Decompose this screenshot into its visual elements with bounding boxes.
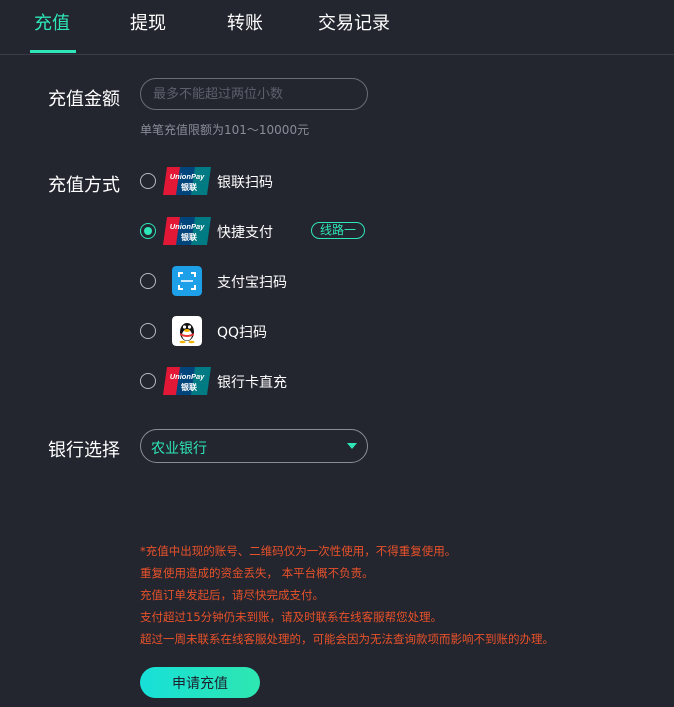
- radio-quick-pay[interactable]: [140, 223, 156, 239]
- bank-select[interactable]: 农业银行: [140, 429, 368, 463]
- radio-unionpay-scan[interactable]: [140, 173, 156, 189]
- tab-bar: 充值 提现 转账 交易记录: [0, 0, 674, 55]
- unionpay-icon: UnionPay 银联: [163, 367, 211, 395]
- method-quick-pay-label[interactable]: 快捷支付: [217, 222, 273, 242]
- radio-alipay-scan[interactable]: [140, 273, 156, 289]
- tab-transfer[interactable]: 转账: [227, 9, 263, 35]
- unionpay-icon: UnionPay 银联: [163, 217, 211, 245]
- notice-list: *充值中出现的账号、二维码仅为一次性使用，不得重复使用。 重复使用造成的资金丢失…: [140, 540, 554, 650]
- active-tab-indicator: [30, 50, 76, 53]
- tab-withdraw[interactable]: 提现: [130, 9, 166, 35]
- alipay-scan-icon: [172, 266, 202, 296]
- submit-recharge-button[interactable]: 申请充值: [140, 667, 260, 698]
- svg-text:银联: 银联: [180, 182, 197, 192]
- radio-bank-card[interactable]: [140, 373, 156, 389]
- unionpay-icon: UnionPay 银联: [163, 167, 211, 195]
- tab-transactions[interactable]: 交易记录: [318, 9, 390, 35]
- tab-recharge[interactable]: 充值: [34, 9, 70, 35]
- svg-text:UnionPay: UnionPay: [170, 172, 205, 181]
- notice-line: 重复使用造成的资金丢失， 本平台概不负责。: [140, 566, 374, 580]
- notice-line: 超过一周未联系在线客服处理的，可能会因为无法查询款项而影响不到账的办理。: [140, 632, 554, 646]
- route-badge: 线路一: [311, 222, 365, 239]
- method-unionpay-scan-label[interactable]: 银联扫码: [217, 172, 273, 192]
- amount-label: 充值金额: [48, 89, 120, 110]
- radio-qq-scan[interactable]: [140, 323, 156, 339]
- method-label: 充值方式: [48, 175, 120, 196]
- method-bank-card-label[interactable]: 银行卡直充: [217, 372, 287, 392]
- method-alipay-scan-label[interactable]: 支付宝扫码: [217, 272, 287, 292]
- svg-text:银联: 银联: [180, 232, 197, 242]
- bank-label: 银行选择: [48, 440, 120, 461]
- amount-input[interactable]: [140, 78, 368, 110]
- svg-text:UnionPay: UnionPay: [170, 222, 205, 231]
- notice-line: 充值订单发起后，请尽快完成支付。: [140, 588, 324, 602]
- method-qq-scan-label[interactable]: QQ扫码: [217, 322, 267, 342]
- dropdown-arrow-icon: [347, 443, 357, 449]
- svg-text:UnionPay: UnionPay: [170, 372, 205, 381]
- svg-text:银联: 银联: [180, 382, 197, 392]
- bank-selected-value: 农业银行: [151, 441, 207, 457]
- notice-line: *充值中出现的账号、二维码仅为一次性使用，不得重复使用。: [140, 544, 457, 558]
- amount-limit-hint: 单笔充值限额为101～10000元: [140, 123, 310, 137]
- qq-penguin-icon: [172, 316, 202, 346]
- notice-line: 支付超过15分钟仍未到账，请及时联系在线客服帮您处理。: [140, 610, 443, 624]
